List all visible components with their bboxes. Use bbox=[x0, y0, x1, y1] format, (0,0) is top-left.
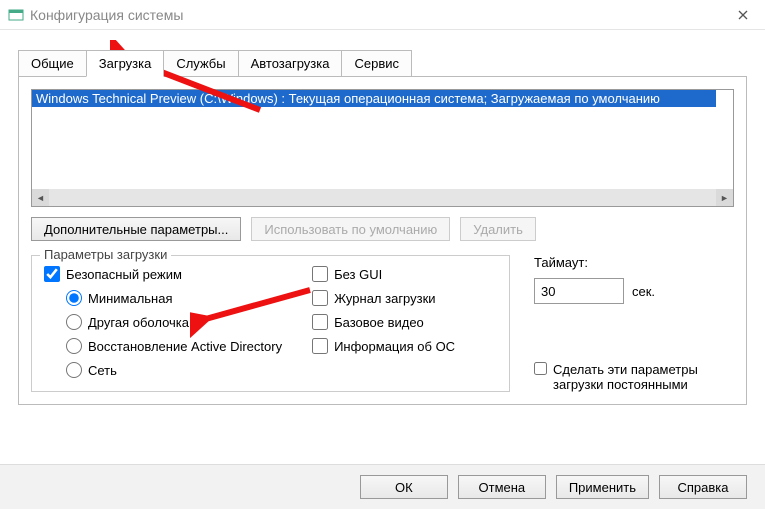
delete-button: Удалить bbox=[460, 217, 536, 241]
tab-startup[interactable]: Автозагрузка bbox=[238, 50, 343, 77]
altshell-input[interactable] bbox=[66, 314, 82, 330]
osinfo-checkbox[interactable]: Информация об ОС bbox=[312, 338, 455, 354]
tab-panel-boot: Windows Technical Preview (C:\Windows) :… bbox=[18, 76, 747, 405]
set-default-button: Использовать по умолчанию bbox=[251, 217, 450, 241]
basevideo-label: Базовое видео bbox=[334, 315, 424, 330]
altshell-label: Другая оболочка bbox=[88, 315, 189, 330]
basevideo-checkbox[interactable]: Базовое видео bbox=[312, 314, 455, 330]
dialog-buttons: ОК Отмена Применить Справка bbox=[0, 464, 765, 509]
lower-row: Параметры загрузки Безопасный режим Мини… bbox=[31, 255, 734, 392]
permanent-input[interactable] bbox=[534, 362, 547, 375]
tab-boot[interactable]: Загрузка bbox=[86, 50, 165, 77]
advanced-options-button[interactable]: Дополнительные параметры... bbox=[31, 217, 241, 241]
titlebar: Конфигурация системы bbox=[0, 0, 765, 30]
network-label: Сеть bbox=[88, 363, 117, 378]
apply-button[interactable]: Применить bbox=[556, 475, 649, 499]
timeout-label: Таймаут: bbox=[534, 255, 734, 270]
network-input[interactable] bbox=[66, 362, 82, 378]
close-button[interactable] bbox=[720, 0, 765, 30]
ok-button[interactable]: ОК bbox=[360, 475, 448, 499]
boot-list[interactable]: Windows Technical Preview (C:\Windows) :… bbox=[31, 89, 734, 207]
cancel-button[interactable]: Отмена bbox=[458, 475, 546, 499]
tab-tools[interactable]: Сервис bbox=[341, 50, 412, 77]
close-icon bbox=[738, 10, 748, 20]
timeout-column: Таймаут: сек. Сделать эти параметры загр… bbox=[534, 255, 734, 392]
left-column: Безопасный режим Минимальная Другая обол… bbox=[44, 266, 282, 378]
osinfo-label: Информация об ОС bbox=[334, 339, 455, 354]
tab-general[interactable]: Общие bbox=[18, 50, 87, 77]
tab-services[interactable]: Службы bbox=[163, 50, 238, 77]
dsrepair-input[interactable] bbox=[66, 338, 82, 354]
help-button[interactable]: Справка bbox=[659, 475, 747, 499]
bootlog-label: Журнал загрузки bbox=[334, 291, 435, 306]
scroll-left-icon[interactable]: ◄ bbox=[32, 189, 49, 206]
altshell-radio[interactable]: Другая оболочка bbox=[66, 314, 282, 330]
dsrepair-label: Восстановление Active Directory bbox=[88, 339, 282, 354]
network-radio[interactable]: Сеть bbox=[66, 362, 282, 378]
safeboot-input[interactable] bbox=[44, 266, 60, 282]
nogui-input[interactable] bbox=[312, 266, 328, 282]
window-title: Конфигурация системы bbox=[30, 7, 720, 23]
boot-options-group: Параметры загрузки Безопасный режим Мини… bbox=[31, 255, 510, 392]
safeboot-checkbox[interactable]: Безопасный режим bbox=[44, 266, 282, 282]
app-icon bbox=[8, 7, 24, 23]
bootlog-input[interactable] bbox=[312, 290, 328, 306]
bootlog-checkbox[interactable]: Журнал загрузки bbox=[312, 290, 455, 306]
minimal-radio[interactable]: Минимальная bbox=[66, 290, 282, 306]
boot-entry-selected[interactable]: Windows Technical Preview (C:\Windows) :… bbox=[32, 90, 716, 107]
group-legend: Параметры загрузки bbox=[40, 247, 171, 262]
basevideo-input[interactable] bbox=[312, 314, 328, 330]
osinfo-input[interactable] bbox=[312, 338, 328, 354]
client-area: Общие Загрузка Службы Автозагрузка Серви… bbox=[0, 30, 765, 413]
scroll-right-icon[interactable]: ► bbox=[716, 189, 733, 206]
nogui-checkbox[interactable]: Без GUI bbox=[312, 266, 455, 282]
permanent-checkbox[interactable]: Сделать эти параметры загрузки постоянны… bbox=[534, 362, 734, 392]
horizontal-scrollbar[interactable]: ◄ ► bbox=[32, 189, 733, 206]
dsrepair-radio[interactable]: Восстановление Active Directory bbox=[66, 338, 282, 354]
tab-strip: Общие Загрузка Службы Автозагрузка Серви… bbox=[18, 50, 747, 77]
safeboot-label: Безопасный режим bbox=[66, 267, 182, 282]
nogui-label: Без GUI bbox=[334, 267, 382, 282]
minimal-label: Минимальная bbox=[88, 291, 173, 306]
boot-buttons-row: Дополнительные параметры... Использовать… bbox=[31, 217, 734, 241]
minimal-input[interactable] bbox=[66, 290, 82, 306]
timeout-unit: сек. bbox=[632, 284, 655, 299]
right-column: Без GUI Журнал загрузки Базовое видео bbox=[312, 266, 455, 378]
permanent-label: Сделать эти параметры загрузки постоянны… bbox=[553, 362, 734, 392]
scroll-track[interactable] bbox=[49, 189, 716, 206]
timeout-input[interactable] bbox=[534, 278, 624, 304]
